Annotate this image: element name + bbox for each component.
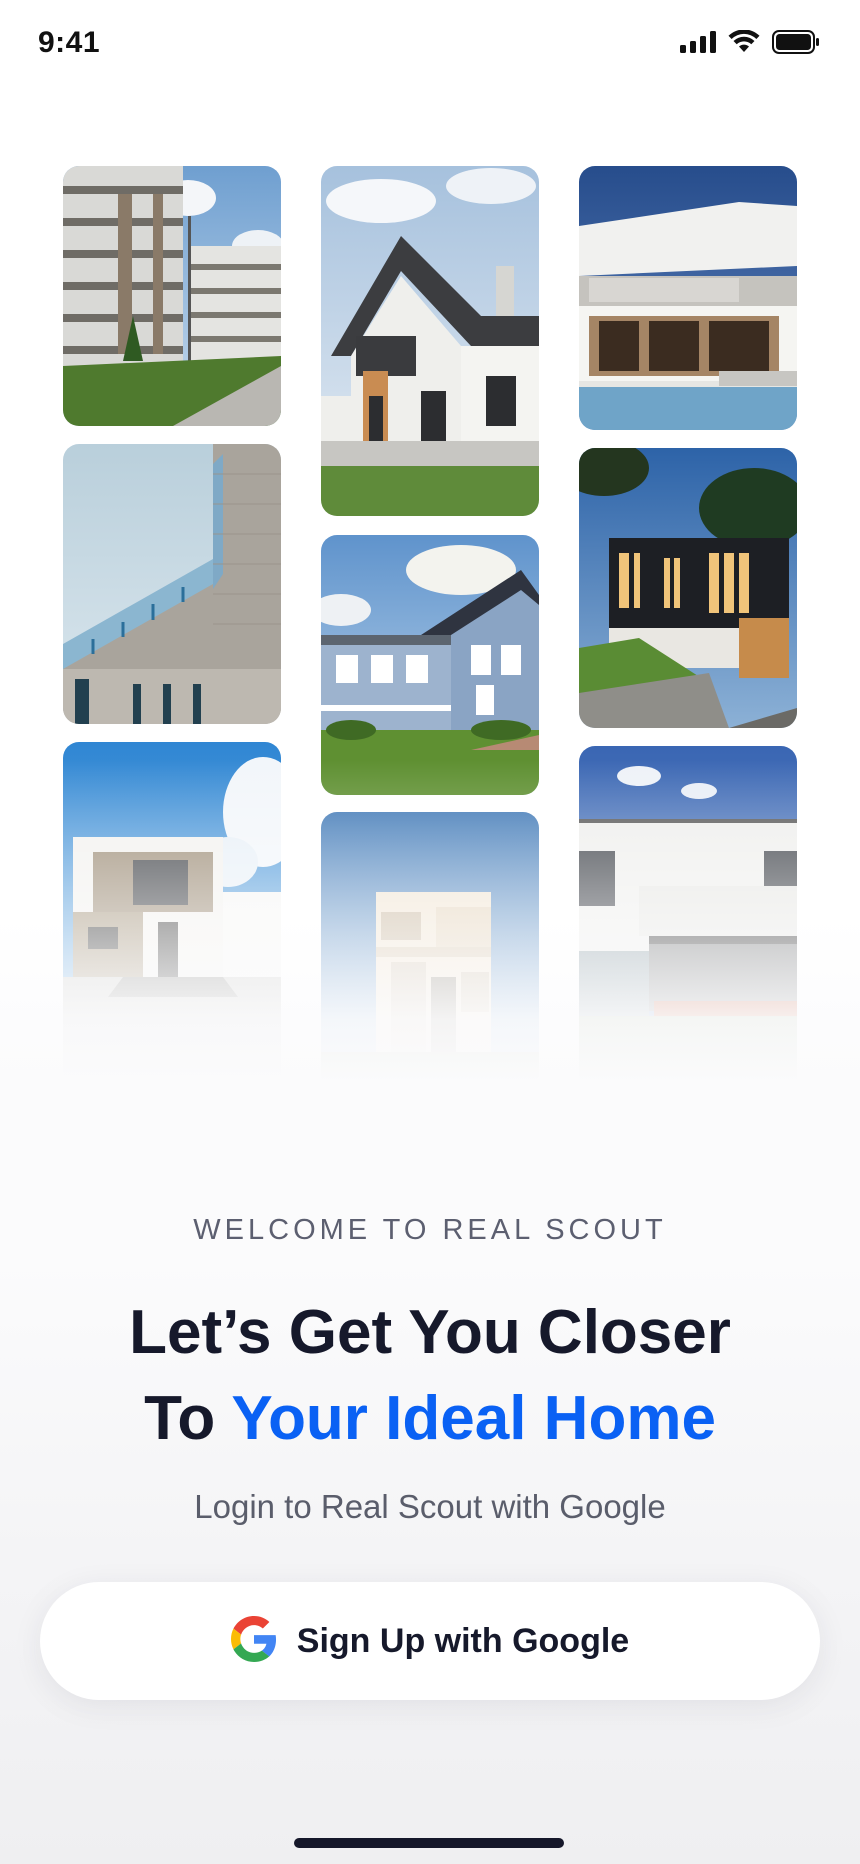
google-signup-label: Sign Up with Google xyxy=(296,1621,630,1660)
headline-line-1: Let’s Get You Closer xyxy=(129,1298,731,1367)
headline-accent: Your Ideal Home xyxy=(231,1384,716,1453)
page-title: Let’s Get You Closer To Your Ideal Home xyxy=(0,1290,860,1462)
login-subtitle: Login to Real Scout with Google xyxy=(194,1488,666,1525)
apartment-complex-photo xyxy=(63,166,281,426)
headline-line-2: To Your Ideal Home xyxy=(0,1376,860,1462)
gallery-placeholder-card xyxy=(579,1115,797,1175)
angular-facade-photo xyxy=(63,444,281,724)
blue-siding-house-photo xyxy=(321,535,539,795)
home-indicator[interactable] xyxy=(294,1838,564,1848)
glass-pavilion-house-photo xyxy=(579,746,797,1096)
headline-prefix: To xyxy=(144,1384,232,1453)
property-photo-gallery xyxy=(0,0,860,1280)
login-screen: 9:41 WELCOME TO REAL SCOUT Let’s Get You… xyxy=(0,0,860,1864)
dark-modern-house-photo xyxy=(579,448,797,728)
welcome-eyebrow: WELCOME TO REAL SCOUT xyxy=(193,1214,667,1246)
cream-cube-house-photo xyxy=(321,812,539,1092)
gallery-placeholder-card xyxy=(63,1115,281,1175)
google-signup-button[interactable]: Sign Up with Google xyxy=(40,1582,820,1700)
gabled-white-house-photo xyxy=(321,166,539,516)
gallery-placeholder-card xyxy=(321,1115,539,1175)
google-icon xyxy=(230,1616,277,1666)
modern-white-house-photo xyxy=(63,742,281,1092)
flat-roof-pool-house-photo xyxy=(579,166,797,430)
